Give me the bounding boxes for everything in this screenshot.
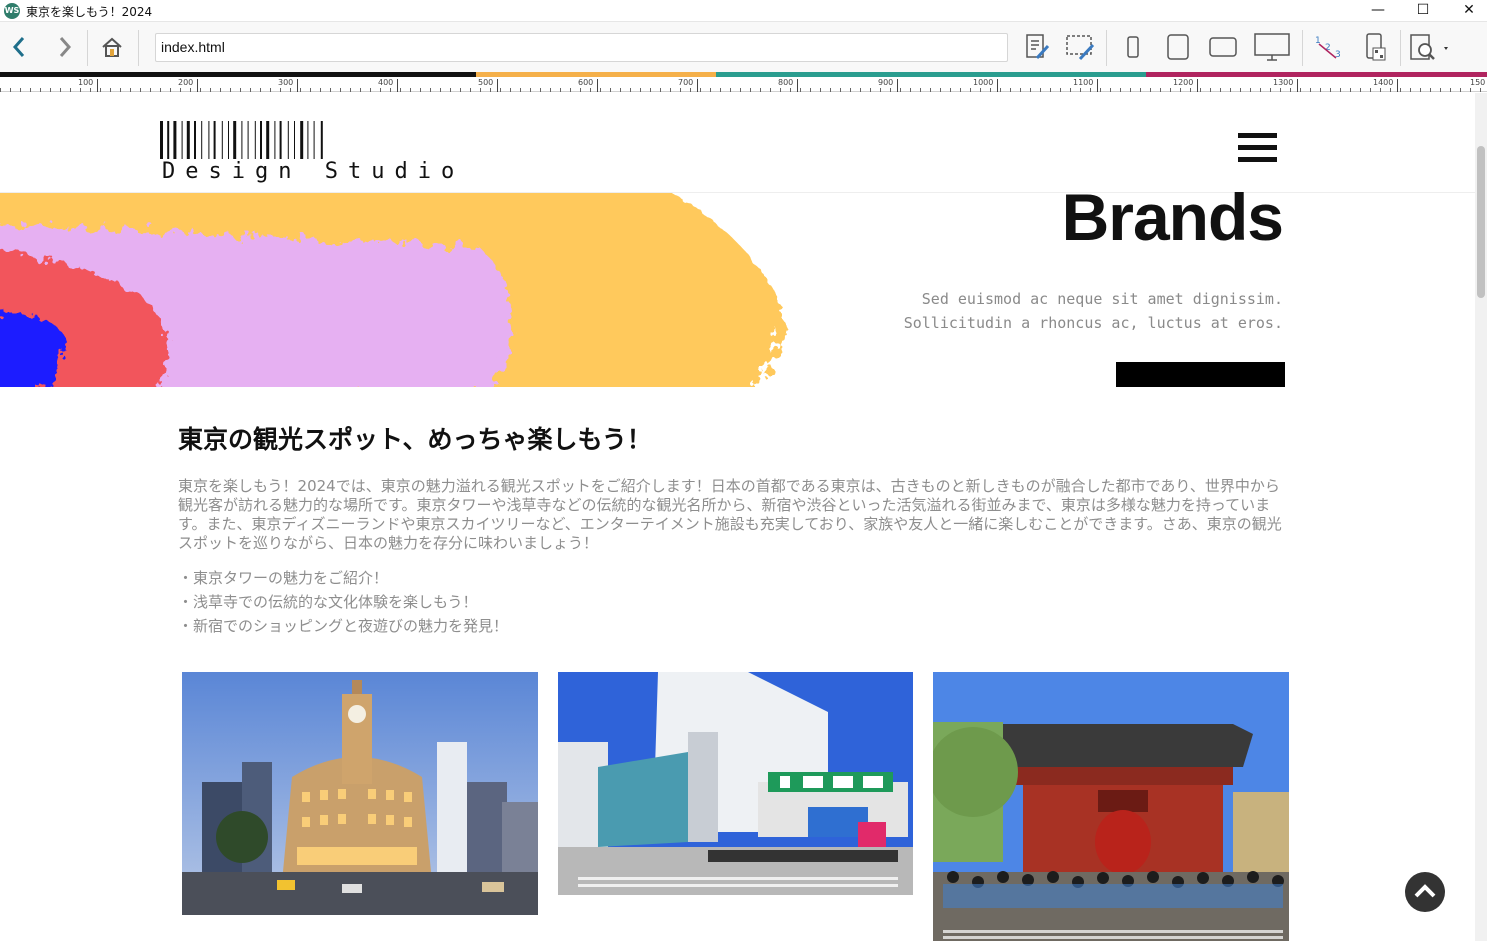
ruler-label: 700 (678, 78, 694, 87)
ruler-label: 800 (778, 78, 794, 87)
back-to-top-button[interactable] (1405, 872, 1445, 912)
address-bar[interactable]: index.html (155, 33, 1008, 62)
ruler-label: 200 (178, 78, 194, 87)
maximize-button[interactable]: ☐ (1400, 0, 1446, 22)
qr-phone-icon (1366, 33, 1386, 61)
desktop-monitor-icon (1254, 33, 1290, 61)
app-icon: WS (4, 3, 20, 19)
toolbar-separator (138, 30, 139, 66)
edit-page-button[interactable] (1020, 22, 1054, 72)
site-header: Design Studio (0, 93, 1475, 193)
minimize-button[interactable]: — (1355, 0, 1401, 22)
toolbar-separator (1400, 30, 1401, 66)
toolbar-separator (87, 30, 88, 66)
hero-cta-button[interactable] (1116, 362, 1285, 387)
tablet-landscape-view-button[interactable] (1205, 22, 1241, 72)
toolbar-separator (1106, 30, 1107, 66)
edit-page-icon (1026, 34, 1050, 60)
ruler-ticks (0, 79, 1481, 92)
ruler-label: 400 (378, 78, 394, 87)
shinjuku-station-photo (558, 672, 913, 895)
article-heading: 東京の観光スポット、めっちゃ楽しもう！ (178, 425, 652, 454)
qr-preview-button[interactable] (1358, 22, 1392, 72)
horizontal-ruler: 100 200 300 400 500 600 700 800 900 1000… (0, 77, 1487, 92)
scrollbar-thumb[interactable] (1477, 146, 1485, 298)
window-titlebar: WS 東京を楽しもう！2024 — ☐ ✕ (0, 0, 1487, 22)
ruler-label: 1400 (1373, 78, 1394, 87)
home-button[interactable] (97, 22, 127, 72)
ruler-label: 600 (578, 78, 594, 87)
ruler-label: 1300 (1273, 78, 1294, 87)
logo-text[interactable]: Design Studio (162, 159, 464, 184)
browser-toolbar: index.html 1 2 3 (0, 22, 1487, 72)
ruler-label: 300 (278, 78, 294, 87)
svg-text:3: 3 (1335, 50, 1341, 60)
hero-title: Brands (1061, 180, 1284, 254)
tab-order-button[interactable]: 1 2 3 (1310, 22, 1346, 72)
ruler-label: 500 (478, 78, 494, 87)
desktop-view-button[interactable] (1250, 22, 1294, 72)
back-arrow-icon (12, 37, 25, 57)
list-item: ・東京タワーの魅力をご紹介！ (178, 569, 389, 587)
highlight-list: ・東京タワーの魅力をご紹介！ ・浅草寺での伝統的な文化体験を楽しもう！ ・新宿で… (178, 566, 1288, 638)
tablet-landscape-icon (1209, 37, 1237, 57)
chevron-up-icon (1414, 884, 1436, 898)
sensoji-gate-photo (933, 672, 1289, 941)
tablet-icon (1167, 34, 1189, 60)
ruler-label: 1200 (1173, 78, 1194, 87)
page-scrollbar[interactable] (1475, 93, 1487, 941)
phone-icon (1127, 36, 1139, 58)
window-title: 東京を楽しもう！2024 (26, 5, 153, 19)
ruler-label: 1000 (973, 78, 994, 87)
ruler-label: 1100 (1073, 78, 1094, 87)
tablet-view-button[interactable] (1162, 22, 1194, 72)
edit-selection-button[interactable] (1062, 22, 1098, 72)
forward-button[interactable] (50, 22, 80, 72)
hero-subtitle-line: Sollicitudin a rhoncus ac, luctus at ero… (903, 314, 1283, 332)
ruler-label: 100 (78, 78, 94, 87)
home-icon (102, 37, 122, 57)
list-item: ・新宿でのショッピングと夜遊びの魅力を発見！ (178, 617, 509, 635)
back-button[interactable] (4, 22, 34, 72)
inspect-page-icon (1410, 34, 1448, 60)
hero-subtitle: Sed euismod ac neque sit amet dignissim.… (904, 287, 1283, 335)
barcode-logo[interactable] (160, 121, 434, 159)
ruler-label: 150 (1470, 78, 1486, 87)
forward-arrow-icon (59, 37, 72, 57)
article: 東京の観光スポット、めっちゃ楽しもう！ 東京を楽しもう！2024では、東京の魅力… (178, 420, 1288, 638)
ruler-label: 900 (878, 78, 894, 87)
phone-view-button[interactable] (1120, 22, 1146, 72)
list-item: ・浅草寺での伝統的な文化体験を楽しもう！ (178, 593, 478, 611)
ginza-photo (182, 672, 538, 915)
tab-order-icon: 1 2 3 (1315, 36, 1341, 60)
inspect-dropdown-button[interactable] (1405, 22, 1453, 72)
hero-subtitle-line: Sed euismod ac neque sit amet dignissim. (921, 290, 1283, 308)
page-viewport: Brands Sed euismod ac neque sit amet dig… (0, 93, 1475, 941)
article-paragraph: 東京を楽しもう！2024では、東京の魅力溢れる観光スポットをご紹介します！日本の… (178, 477, 1282, 552)
edit-selection-icon (1066, 35, 1095, 61)
toolbar-separator (1302, 30, 1303, 66)
close-button[interactable]: ✕ (1446, 0, 1487, 22)
hamburger-menu-icon[interactable] (1238, 133, 1277, 166)
